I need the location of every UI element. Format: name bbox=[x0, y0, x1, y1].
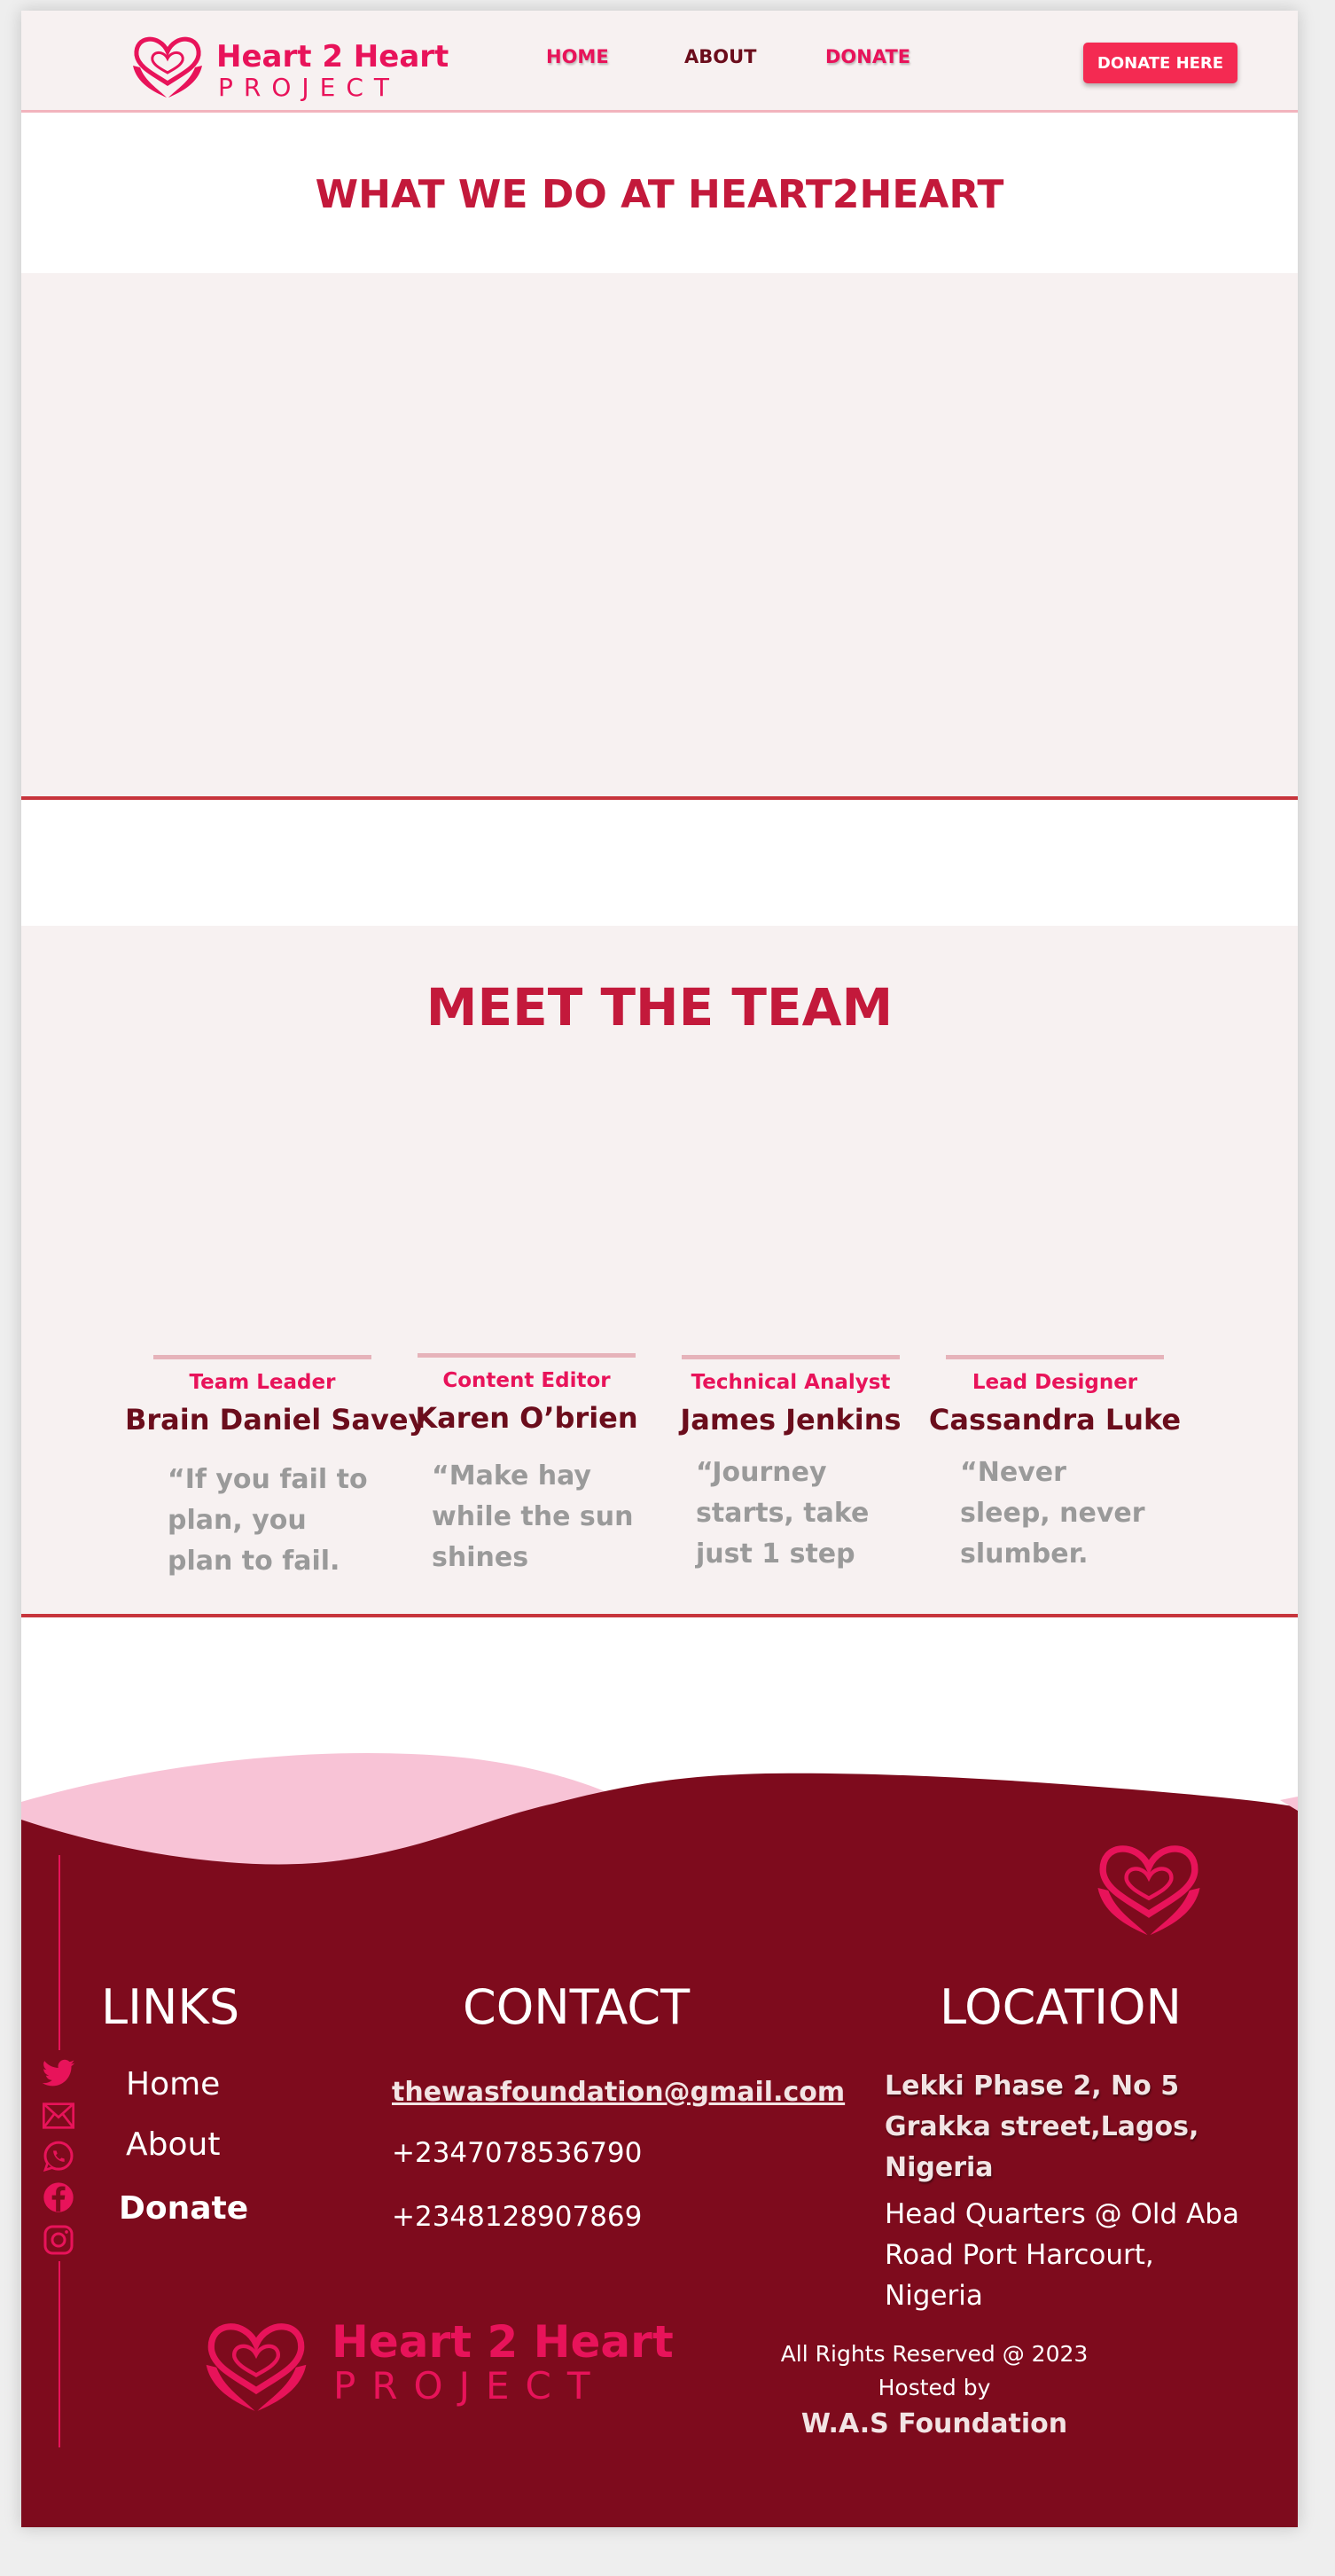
footer-vertical-line bbox=[59, 1855, 60, 2050]
team-member-name: Cassandra Luke bbox=[928, 1403, 1182, 1437]
copyright-text: All Rights Reserved @ 2023 bbox=[780, 2341, 1089, 2367]
twitter-icon[interactable] bbox=[41, 2055, 76, 2091]
what-we-do-title: WHAT WE DO AT HEART2HEART bbox=[315, 172, 1004, 217]
card-divider bbox=[682, 1355, 900, 1359]
team-card-lead-designer: Lead Designer Cassandra Luke “Never slee… bbox=[929, 1355, 1192, 1586]
meet-the-team-title: MEET THE TEAM bbox=[425, 977, 894, 1037]
team-member-quote: “If you fail to plan, you plan to fail. bbox=[168, 1464, 368, 1577]
contact-email-link[interactable]: thewasfoundation@gmail.com bbox=[392, 2077, 845, 2108]
team-card-team-leader: Team Leader Brain Daniel Savey “If you f… bbox=[125, 1355, 426, 1586]
brand-logo[interactable]: Heart 2 Heart PROJECT bbox=[128, 27, 449, 102]
nav-donate-link[interactable]: DONATE bbox=[825, 46, 910, 67]
donate-here-button[interactable]: DONATE HERE bbox=[1083, 43, 1237, 83]
facebook-icon[interactable] bbox=[41, 2180, 76, 2215]
team-member-role: Lead Designer bbox=[972, 1371, 1138, 1394]
heart-hands-logo-icon bbox=[133, 36, 202, 98]
heart-hands-decoration-icon bbox=[1097, 1845, 1200, 1936]
footer-logo-subtitle: PROJECT bbox=[333, 2364, 606, 2408]
footer-logo-title: Heart 2 Heart bbox=[332, 2316, 674, 2368]
footer-link-donate[interactable]: Donate bbox=[119, 2190, 248, 2227]
contact-phone-2: +2348128907869 bbox=[392, 2201, 643, 2233]
heart-hands-logo-icon bbox=[206, 2323, 307, 2411]
logo-subtitle: PROJECT bbox=[218, 73, 400, 102]
team-member-quote: “Make hay while the sun shines bbox=[432, 1460, 634, 1573]
logo-title: Heart 2 Heart bbox=[216, 39, 449, 74]
footer-location-heading: LOCATION bbox=[940, 1979, 1182, 2035]
team-card-technical-analyst: Technical Analyst James Jenkins “Journey… bbox=[671, 1355, 928, 1586]
location-address-headquarters: Head Quarters @ Old Aba Road Port Harcou… bbox=[885, 2198, 1239, 2312]
mail-icon[interactable] bbox=[41, 2098, 76, 2134]
page: Heart 2 Heart PROJECT HOME ABOUT DONATE … bbox=[21, 11, 1298, 2527]
team-member-role: Technical Analyst bbox=[691, 1371, 891, 1394]
team-member-role: Content Editor bbox=[442, 1369, 611, 1392]
card-divider bbox=[153, 1355, 371, 1359]
contact-phone-1: +2347078536790 bbox=[392, 2137, 643, 2169]
footer-link-home[interactable]: Home bbox=[126, 2066, 220, 2102]
site-header: Heart 2 Heart PROJECT HOME ABOUT DONATE … bbox=[21, 11, 1298, 113]
nav-home-link[interactable]: HOME bbox=[546, 46, 609, 67]
team-member-role: Team Leader bbox=[189, 1371, 336, 1394]
host-name: W.A.S Foundation bbox=[800, 2408, 1068, 2439]
footer-vertical-line bbox=[59, 2261, 60, 2447]
team-member-name: James Jenkins bbox=[680, 1403, 902, 1437]
team-card-content-editor: Content Editor Karen O’brien “Make hay w… bbox=[407, 1353, 664, 1584]
footer-link-about[interactable]: About bbox=[126, 2126, 220, 2163]
card-divider bbox=[946, 1355, 1164, 1359]
instagram-icon[interactable] bbox=[41, 2222, 76, 2258]
footer-brand-logo: Heart 2 Heart PROJECT bbox=[199, 2307, 674, 2423]
card-divider bbox=[418, 1353, 636, 1358]
footer-links-heading: LINKS bbox=[101, 1979, 240, 2035]
location-address-primary: Lekki Phase 2, No 5 Grakka street,Lagos,… bbox=[885, 2071, 1199, 2183]
team-member-name: Brain Daniel Savey bbox=[125, 1403, 427, 1437]
nav-about-link[interactable]: ABOUT bbox=[684, 46, 757, 67]
footer-contact-heading: CONTACT bbox=[463, 1979, 691, 2035]
team-member-quote: “Journey starts, take just 1 step bbox=[696, 1457, 870, 1570]
team-member-quote: “Never sleep, never slumber. bbox=[960, 1457, 1145, 1570]
hosted-by-text: Hosted by bbox=[878, 2375, 991, 2400]
what-we-do-panel bbox=[21, 273, 1298, 800]
team-member-name: Karen O’brien bbox=[415, 1401, 638, 1435]
whatsapp-icon[interactable] bbox=[41, 2139, 76, 2174]
